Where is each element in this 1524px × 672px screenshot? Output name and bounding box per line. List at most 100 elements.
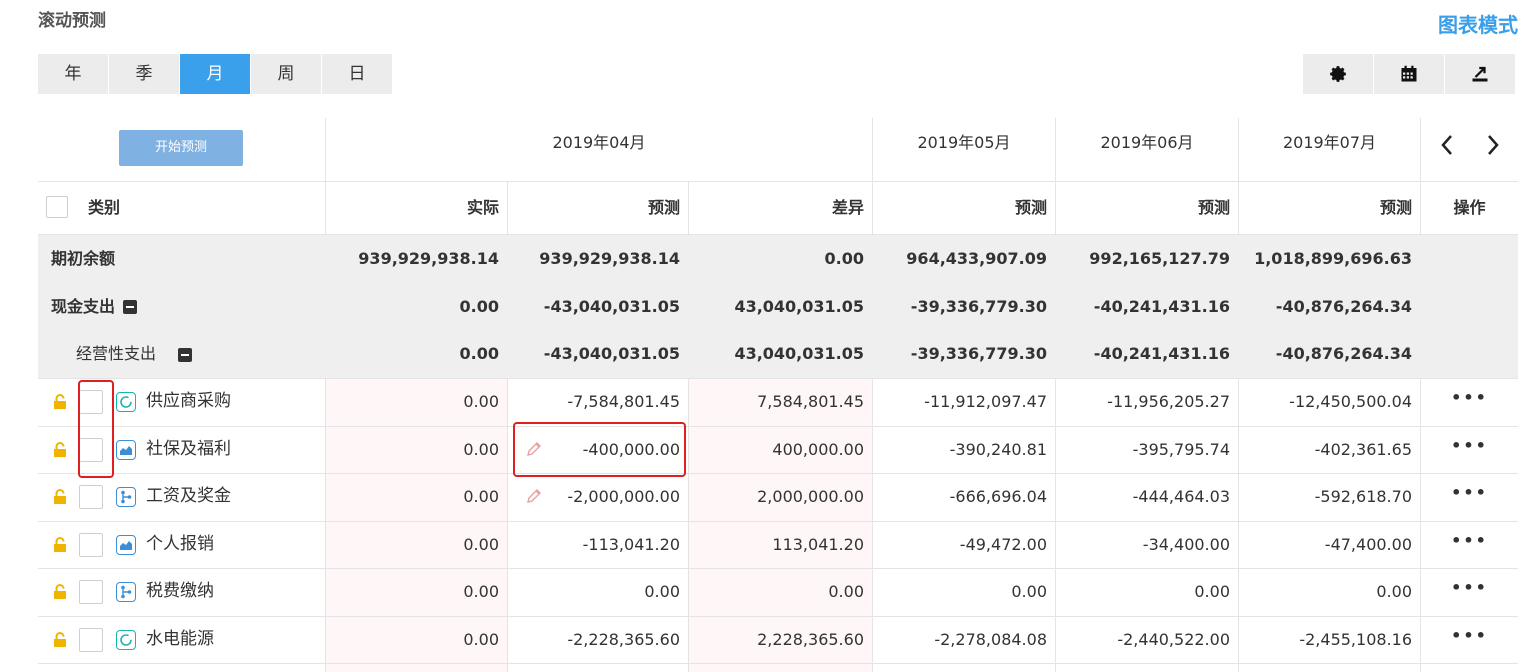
tab-quarter[interactable]: 季 [109, 54, 180, 94]
chart-mode-link[interactable]: 图表模式 [1438, 9, 1518, 38]
col-header-actual: 实际 [466, 198, 499, 217]
highlight-checkboxes [78, 380, 114, 478]
item-row-label: 社保及福利 [146, 438, 231, 459]
tab-year[interactable]: 年 [38, 54, 109, 94]
more-actions-button[interactable]: ••• [1421, 422, 1518, 469]
item-cell: 0.00 [463, 487, 499, 506]
calendar-button[interactable] [1374, 54, 1445, 94]
item-row-label: 税费缴纳 [146, 581, 214, 601]
unlock-icon[interactable] [52, 489, 68, 509]
more-actions-button[interactable]: ••• [1421, 517, 1518, 564]
more-actions-button[interactable]: ••• [1421, 612, 1518, 659]
summary-cell: -40,876,264.34 [1275, 296, 1412, 316]
item-cell: 2,000,000.00 [757, 487, 864, 506]
forecast-input-cell[interactable]: -2,228,365.60 [508, 616, 688, 663]
summary-row-label: 经营性支出 [76, 330, 336, 377]
item-cell: 7,584,801.45 [757, 392, 864, 411]
summary-row-label: 期初余额 [51, 235, 311, 282]
item-cell: -34,400.00 [1142, 534, 1230, 554]
more-actions-button[interactable]: ••• [1421, 469, 1518, 516]
unlock-icon[interactable] [52, 584, 68, 604]
item-cell: -444,464.03 [1132, 487, 1230, 506]
summary-cell: -40,876,264.34 [1275, 344, 1412, 363]
circle-icon [116, 392, 136, 412]
row-checkbox[interactable] [79, 532, 103, 557]
item-cell: 2,228,365.60 [757, 629, 864, 649]
item-cell: -592,618.70 [1314, 487, 1412, 506]
item-cell: 0.00 [463, 582, 499, 601]
item-cell: 0.00 [463, 392, 499, 411]
summary-cell: -40,241,431.16 [1093, 344, 1230, 363]
forecast-input-cell[interactable]: -7,584,801.45 [508, 378, 688, 425]
toolbar [1303, 54, 1516, 94]
tab-day[interactable]: 日 [322, 54, 393, 94]
page-title: 滚动预测 [38, 11, 106, 31]
area-chart-icon [116, 439, 136, 460]
settings-button[interactable] [1303, 54, 1374, 94]
item-cell: -666,696.04 [949, 487, 1047, 506]
ops-header: 操作 [1453, 198, 1486, 217]
col-header-forecast-jul: 预测 [1379, 198, 1412, 217]
item-row-label: 个人报销 [146, 533, 214, 554]
collapse-icon[interactable] [123, 300, 138, 314]
row-checkbox[interactable] [79, 485, 103, 509]
row-checkbox[interactable] [79, 627, 103, 652]
item-cell: -402,361.65 [1314, 439, 1412, 459]
unlock-icon[interactable] [52, 536, 68, 557]
select-all-checkbox[interactable] [46, 196, 68, 218]
calendar-icon [1401, 65, 1417, 82]
item-cell: 0.00 [1011, 582, 1047, 601]
summary-row-label: 现金支出 [51, 283, 311, 330]
prev-arrow-icon[interactable] [1440, 134, 1454, 162]
item-cell: -390,240.81 [949, 439, 1047, 459]
month-header-apr: 2019年04月 [552, 133, 646, 152]
start-forecast-button[interactable]: 开始预测 [119, 130, 243, 166]
unlock-icon[interactable] [52, 631, 68, 652]
item-cell: -2,455,108.16 [1299, 629, 1412, 649]
summary-cell: -39,336,779.30 [910, 296, 1047, 316]
export-button[interactable] [1445, 54, 1516, 94]
next-arrow-icon[interactable] [1486, 134, 1500, 162]
export-icon [1472, 66, 1488, 82]
item-cell: -12,450,500.04 [1289, 392, 1412, 411]
item-row-label: 工资及奖金 [146, 486, 231, 506]
tab-month[interactable]: 月 [180, 54, 251, 94]
edit-pencil-icon[interactable] [525, 487, 543, 509]
collapse-icon[interactable] [178, 347, 193, 362]
item-cell: -395,795.74 [1132, 439, 1230, 459]
forecast-input-cell[interactable]: -113,041.20 [508, 521, 688, 568]
forecast-input-cell[interactable]: 0.00 [508, 568, 688, 615]
item-cell: 0.00 [463, 534, 499, 554]
item-cell: -2,440,522.00 [1117, 629, 1230, 649]
summary-cell: 0.00 [824, 249, 864, 268]
summary-cell: -43,040,031.05 [543, 344, 680, 363]
more-actions-button[interactable]: ••• [1421, 564, 1518, 611]
branch-icon [116, 487, 136, 507]
item-row-label: 供应商采购 [146, 391, 231, 411]
item-cell: 0.00 [1194, 582, 1230, 601]
summary-cell: 0.00 [459, 344, 499, 363]
summary-row-label-text: 期初余额 [51, 249, 116, 268]
more-actions-button[interactable]: ••• [1421, 374, 1518, 421]
summary-cell: 1,018,899,696.63 [1254, 249, 1412, 268]
forecast-table: 开始预测 2019年04月 2019年05月 2019年06月 2019年07月… [38, 118, 1518, 672]
summary-cell: 992,165,127.79 [1089, 249, 1230, 268]
row-checkbox[interactable] [79, 580, 103, 604]
branch-icon [116, 582, 136, 602]
unlock-icon[interactable] [52, 441, 68, 462]
item-cell: 0.00 [1376, 582, 1412, 601]
unlock-icon[interactable] [52, 394, 68, 414]
month-header-jul: 2019年07月 [1282, 133, 1377, 152]
summary-row-label-text: 经营性支出 [76, 344, 157, 363]
summary-cell: -43,040,031.05 [543, 296, 680, 316]
tab-week[interactable]: 周 [251, 54, 322, 94]
month-header-jun: 2019年06月 [1100, 133, 1194, 152]
summary-row-label-text: 现金支出 [51, 296, 116, 316]
category-header: 类别 [88, 198, 121, 217]
summary-cell: 43,040,031.05 [734, 344, 864, 363]
area-chart-icon [116, 534, 136, 555]
summary-cell: 43,040,031.05 [734, 296, 864, 316]
summary-cell: -39,336,779.30 [910, 344, 1047, 363]
col-header-forecast-apr: 预测 [647, 198, 680, 217]
circle-icon [116, 629, 136, 650]
